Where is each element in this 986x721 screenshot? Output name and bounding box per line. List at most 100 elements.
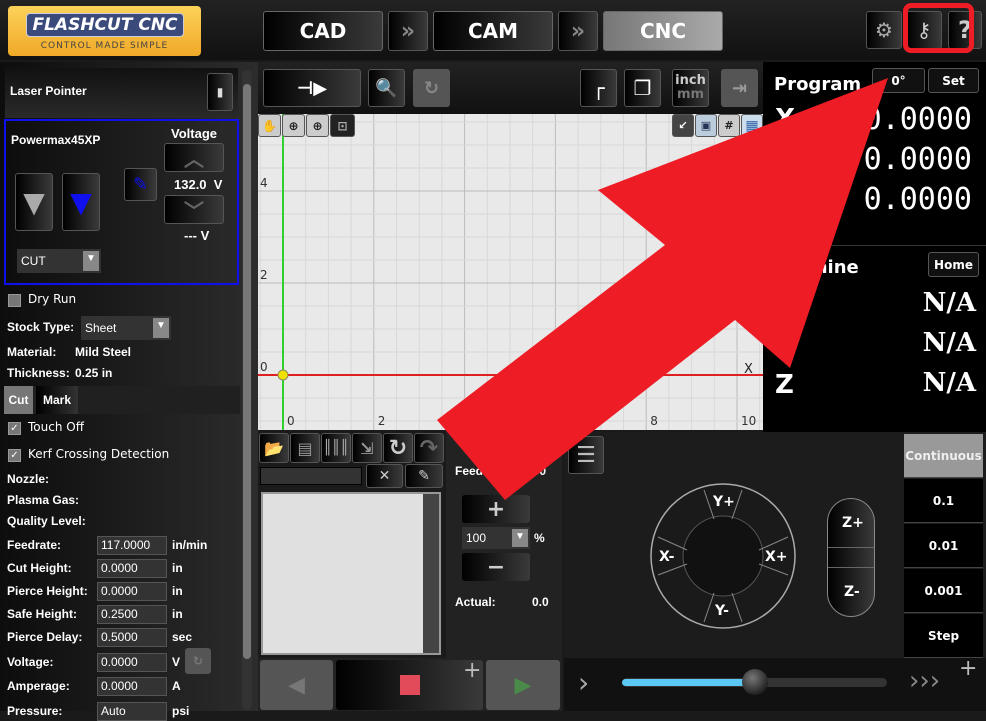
units-toggle[interactable]: inch mm xyxy=(672,69,709,107)
step-continuous[interactable]: Continuous xyxy=(904,434,983,478)
x-tick-label: 6 xyxy=(559,414,567,428)
set-button[interactable]: Set xyxy=(928,68,979,93)
corner-origin-icon[interactable]: ┌ xyxy=(580,69,617,107)
refresh-icon[interactable]: ↻ xyxy=(185,648,211,674)
touch-off-checkbox[interactable]: ✓ xyxy=(8,422,21,435)
jog-speed-slider[interactable] xyxy=(622,669,887,695)
machine-label: Machine xyxy=(774,257,859,278)
jog-y-plus[interactable]: Y+ xyxy=(713,494,735,510)
tab-mark[interactable]: Mark xyxy=(36,386,78,414)
tab-cam[interactable]: CAM xyxy=(433,11,553,51)
feed-minus-button[interactable]: − xyxy=(462,553,530,581)
param-label: Cut Height: xyxy=(7,561,72,575)
jog-x-minus[interactable]: X- xyxy=(659,549,674,565)
resize-icon[interactable]: ↙ xyxy=(672,114,694,137)
gears-icon[interactable]: ⚙ xyxy=(866,11,902,49)
param-input[interactable]: Auto xyxy=(97,701,167,721)
menu-icon[interactable]: ☰ xyxy=(568,436,604,474)
kerf-checkbox[interactable]: ✓ xyxy=(8,449,21,462)
gcode-scrollbar[interactable] xyxy=(423,494,439,653)
chevron-right-icon: » xyxy=(558,11,598,51)
torch-mode-select[interactable]: CUT ▼ xyxy=(17,249,101,273)
folder-open-icon[interactable]: 📂 xyxy=(259,433,289,463)
torch-mode-value: CUT xyxy=(21,254,46,268)
cut-mark-tabs: Cut Mark xyxy=(4,386,240,414)
torch-panel: Powermax45XP Voltage ▼ ▼ ✎ ︿ 132.0 V ﹀ -… xyxy=(4,119,239,285)
zoom-inspect-icon[interactable]: 🔍 xyxy=(368,69,405,107)
dropper-icon[interactable]: ✎ xyxy=(124,168,157,201)
laser-pointer-icon[interactable]: ▮ xyxy=(207,73,233,111)
jog-y-minus[interactable]: Y- xyxy=(715,603,729,619)
step-0-001[interactable]: 0.001 xyxy=(904,569,983,613)
tab-cad[interactable]: CAD xyxy=(263,11,383,51)
redo-icon[interactable]: ↻ xyxy=(383,433,413,463)
jog-x-plus[interactable]: X+ xyxy=(765,549,788,565)
kerf-label: Kerf Crossing Detection xyxy=(28,447,170,461)
left-panel: Laser Pointer ▮ Powermax45XP Voltage ▼ ▼… xyxy=(0,62,258,721)
torch-height-icon[interactable]: ▼ xyxy=(62,173,100,231)
scrollbar-thumb[interactable] xyxy=(243,84,251,659)
start-button[interactable]: ▶ xyxy=(486,660,560,710)
reset-icon[interactable]: ↻ xyxy=(413,69,450,107)
param-label: Feedrate: xyxy=(7,538,62,552)
back-button[interactable]: ◀ xyxy=(260,660,333,710)
tab-cut[interactable]: Cut xyxy=(4,386,33,414)
tab-cnc[interactable]: CNC xyxy=(603,11,723,51)
x-tick-label: 10 xyxy=(741,414,756,428)
zoom-menu-icon[interactable]: ⊕ xyxy=(306,114,329,137)
plot-toolbar: ⊣▶ 🔍 ↻ ┌ ❐ inch mm ⇥ xyxy=(258,62,763,114)
units-inch: inch xyxy=(675,73,706,88)
connect-plug-icon[interactable]: ⊣▶ xyxy=(263,69,361,107)
step-button[interactable]: Step xyxy=(904,614,983,658)
param-input[interactable]: 0.0000 xyxy=(97,652,167,672)
param-input[interactable]: 117.0000 xyxy=(97,536,167,555)
toolpath-plot[interactable]: 0 2 4 6 8 10 0 2 4 X ✋ ⊕ ⊕ ⊡ ↙ ▣ # ▦ xyxy=(258,114,763,430)
edit-pencil-icon[interactable]: ✎ xyxy=(405,464,443,488)
grid-settings-icon[interactable]: # xyxy=(718,114,740,137)
feed-override-select[interactable]: 100 ▼ xyxy=(462,527,530,549)
zoom-fit-icon[interactable]: ⊡ xyxy=(330,114,355,137)
stock-type-select[interactable]: Sheet ▼ xyxy=(81,316,171,340)
file-toolbar: 📂 ▤ ║║║ ⇲ ↻ ↷ xyxy=(259,433,444,463)
param-input[interactable]: 0.0000 xyxy=(97,582,167,601)
jog-z-minus[interactable]: Z- xyxy=(844,584,860,600)
import-icon[interactable]: ⇲ xyxy=(352,433,382,463)
barcode-icon[interactable]: ║║║ xyxy=(321,433,351,463)
plot-canvas: 0 2 4 6 8 10 0 2 4 X xyxy=(258,114,763,430)
param-input[interactable]: 0.0000 xyxy=(97,677,167,696)
torch-cut-icon[interactable]: ▼ xyxy=(15,173,53,231)
grid-icon[interactable]: ▦ xyxy=(741,114,763,137)
left-scrollbar[interactable] xyxy=(242,70,252,710)
clear-x-icon[interactable]: ✕ xyxy=(366,464,403,488)
thickness-value: 0.25 in xyxy=(75,366,113,380)
step-0-1[interactable]: 0.1 xyxy=(904,479,983,523)
step-0-01[interactable]: 0.01 xyxy=(904,524,983,568)
param-input[interactable]: 0.0000 xyxy=(97,559,167,578)
plus-icon[interactable]: + xyxy=(463,658,481,683)
zoom-in-icon[interactable]: ⊕ xyxy=(282,114,305,137)
plus-icon[interactable]: + xyxy=(959,656,977,681)
home-button[interactable]: Home xyxy=(928,252,979,277)
thickness-label: Thickness: xyxy=(7,366,70,380)
rotate-icon[interactable]: ↷ xyxy=(414,433,444,463)
voltage-up-button[interactable]: ︿ xyxy=(164,143,224,172)
angle-field[interactable]: 0° xyxy=(872,68,925,93)
jog-panel: ☰ Y+ Y- X- X+ Z+ Z- Continuous 0.1 0.01 … xyxy=(564,432,986,658)
line-input[interactable] xyxy=(260,467,362,485)
stop-button[interactable] xyxy=(336,660,483,710)
param-input[interactable]: 0.5000 xyxy=(97,628,167,647)
pan-hand-icon[interactable]: ✋ xyxy=(258,114,281,137)
fit-extents-icon[interactable]: ▣ xyxy=(695,114,717,137)
window-view-icon[interactable]: ❐ xyxy=(624,69,661,107)
gcode-list[interactable] xyxy=(261,492,441,655)
machine-y-value: N/A xyxy=(922,328,976,358)
voltage-down-button[interactable]: ﹀ xyxy=(164,195,224,224)
param-input[interactable]: 0.2500 xyxy=(97,605,167,624)
feed-plus-button[interactable]: + xyxy=(462,495,530,523)
logo-title: FLASHCUT CNC xyxy=(26,13,184,37)
document-icon[interactable]: ▤ xyxy=(290,433,320,463)
jog-z-plus[interactable]: Z+ xyxy=(842,515,864,531)
exit-icon[interactable]: ⇥ xyxy=(721,69,758,107)
slider-knob[interactable] xyxy=(741,669,768,695)
dry-run-checkbox[interactable] xyxy=(8,294,21,307)
